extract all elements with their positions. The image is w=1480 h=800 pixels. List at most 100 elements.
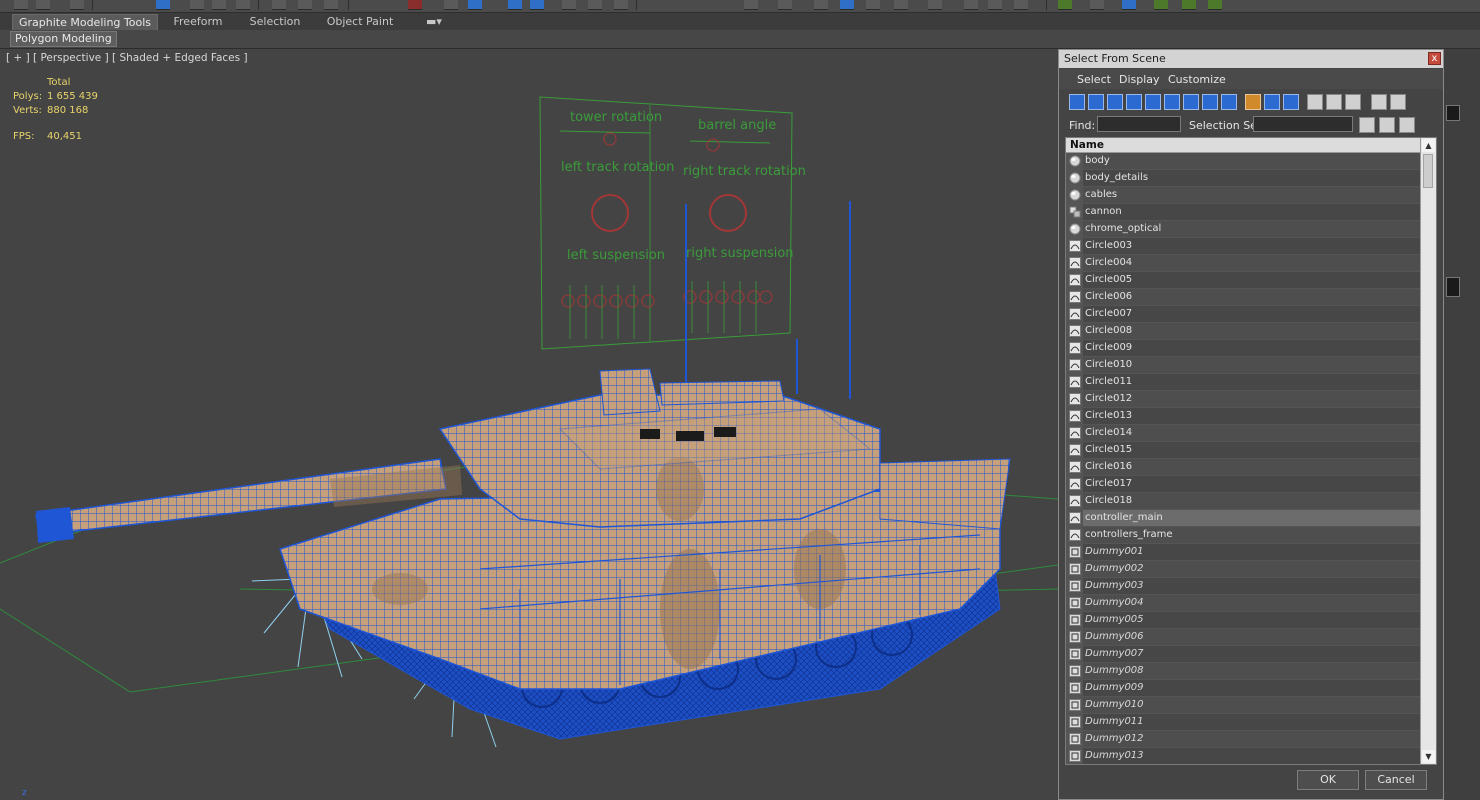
display-none-icon[interactable] [1345, 94, 1361, 110]
list-item[interactable]: Circle011 [1066, 374, 1422, 391]
schematic-view-icon[interactable] [894, 0, 908, 10]
graphite-toggle-icon[interactable] [840, 0, 854, 10]
list-item[interactable]: Circle014 [1066, 425, 1422, 442]
filter-helpers-icon[interactable] [1145, 94, 1161, 110]
remove-from-set-icon[interactable] [1399, 117, 1415, 133]
render-icon[interactable] [1014, 0, 1028, 10]
list-item[interactable]: Circle018 [1066, 493, 1422, 510]
ok-button[interactable]: OK [1297, 770, 1359, 790]
list-item[interactable]: Circle004 [1066, 255, 1422, 272]
plugin-icon[interactable] [1058, 0, 1072, 10]
tab-selection[interactable]: Selection [240, 14, 310, 29]
display-list-icon[interactable] [1307, 94, 1323, 110]
filter-spacewarps-icon[interactable] [1164, 94, 1180, 110]
viewport-tool-icon[interactable] [1122, 0, 1136, 10]
add-to-set-icon[interactable] [1379, 117, 1395, 133]
menu-customize[interactable]: Customize [1168, 73, 1226, 86]
link-icon[interactable] [70, 0, 84, 10]
list-item[interactable]: Circle003 [1066, 238, 1422, 255]
filter-funnel-icon[interactable] [1371, 94, 1387, 110]
list-item[interactable]: Circle008 [1066, 323, 1422, 340]
selection-set-dropdown[interactable] [1253, 116, 1353, 132]
scroll-thumb[interactable] [1423, 154, 1433, 188]
list-item[interactable]: Dummy005 [1066, 612, 1422, 629]
ribbon-options-icon[interactable]: ▬▾ [422, 14, 446, 29]
render-setup-icon[interactable] [964, 0, 978, 10]
polygon-modeling-button[interactable]: Polygon Modeling [10, 31, 117, 47]
gear-icon[interactable] [1182, 0, 1196, 10]
filter-hidden-icon[interactable] [1283, 94, 1299, 110]
tab-freeform[interactable]: Freeform [160, 14, 236, 29]
list-item[interactable]: Circle016 [1066, 459, 1422, 476]
render-frame-icon[interactable] [988, 0, 1002, 10]
undo-icon[interactable] [14, 0, 28, 10]
filter-groups-icon[interactable] [1183, 94, 1199, 110]
list-item[interactable]: chrome_optical [1066, 221, 1422, 238]
display-all-icon[interactable] [1326, 94, 1342, 110]
redo-icon[interactable] [36, 0, 50, 10]
pivot-icon[interactable] [444, 0, 458, 10]
close-icon[interactable]: x [1428, 52, 1441, 65]
scene-object-list[interactable]: Name body body_details cables cannon chrome_… [1065, 137, 1437, 765]
layer-manager-icon[interactable] [814, 0, 828, 10]
window-crossing-icon[interactable] [236, 0, 250, 10]
reference-coord-icon[interactable] [408, 0, 422, 10]
script-icon[interactable] [1090, 0, 1104, 10]
angle-snap-icon[interactable] [530, 0, 544, 10]
mirror-icon[interactable] [744, 0, 758, 10]
cancel-button[interactable]: Cancel [1365, 770, 1427, 790]
tab-object-paint[interactable]: Object Paint [318, 14, 402, 29]
list-item[interactable]: Dummy009 [1066, 680, 1422, 697]
align-icon[interactable] [778, 0, 792, 10]
curve-editor-icon[interactable] [866, 0, 880, 10]
filter-geometry-icon[interactable] [1069, 94, 1085, 110]
list-item[interactable]: Circle017 [1066, 476, 1422, 493]
find-input[interactable] [1097, 116, 1181, 132]
scroll-down-icon[interactable]: ▼ [1422, 750, 1435, 763]
list-item[interactable]: Dummy004 [1066, 595, 1422, 612]
filter-containers-icon[interactable] [1245, 94, 1261, 110]
list-item[interactable]: body [1066, 153, 1422, 170]
perspective-viewport[interactable]: tower rotation barrel angle left track r… [0, 49, 1058, 800]
list-item[interactable]: controllers_frame [1066, 527, 1422, 544]
tab-graphite-modeling-tools[interactable]: Graphite Modeling Tools [12, 14, 158, 30]
command-panel-swatch[interactable] [1446, 277, 1460, 297]
menu-select[interactable]: Select [1077, 73, 1111, 86]
edit-named-selection-icon[interactable] [614, 0, 628, 10]
create-selection-set-icon[interactable] [1359, 117, 1375, 133]
filter-shapes-icon[interactable] [1088, 94, 1104, 110]
gear-icon[interactable] [1208, 0, 1222, 10]
list-item[interactable]: Dummy007 [1066, 646, 1422, 663]
move-icon[interactable] [272, 0, 286, 10]
list-item[interactable]: Dummy006 [1066, 629, 1422, 646]
list-item[interactable]: Circle006 [1066, 289, 1422, 306]
dialog-title-bar[interactable]: Select From Scene x [1059, 50, 1443, 68]
list-item[interactable]: Dummy011 [1066, 714, 1422, 731]
select-object-icon[interactable] [156, 0, 170, 10]
list-item[interactable]: cannon [1066, 204, 1422, 221]
scale-icon[interactable] [324, 0, 338, 10]
filter-options-icon[interactable] [1390, 94, 1406, 110]
snap-toggle-icon[interactable] [508, 0, 522, 10]
scroll-up-icon[interactable]: ▲ [1422, 139, 1435, 152]
list-item[interactable]: Circle015 [1066, 442, 1422, 459]
material-editor-icon[interactable] [928, 0, 942, 10]
command-panel-dropdown[interactable] [1446, 105, 1460, 121]
list-item[interactable]: Dummy012 [1066, 731, 1422, 748]
filter-cameras-icon[interactable] [1126, 94, 1142, 110]
list-item[interactable]: controller_main [1066, 510, 1422, 527]
list-item[interactable]: Circle012 [1066, 391, 1422, 408]
list-item[interactable]: Dummy010 [1066, 697, 1422, 714]
column-header-name[interactable]: Name [1066, 138, 1422, 153]
menu-display[interactable]: Display [1119, 73, 1160, 86]
rectangular-selection-icon[interactable] [212, 0, 226, 10]
list-item[interactable]: Dummy008 [1066, 663, 1422, 680]
rotate-icon[interactable] [298, 0, 312, 10]
list-item[interactable]: Dummy002 [1066, 561, 1422, 578]
list-item[interactable]: Circle013 [1066, 408, 1422, 425]
filter-bones-icon[interactable] [1221, 94, 1237, 110]
list-item[interactable]: Dummy013 [1066, 748, 1422, 764]
viewport-label[interactable]: [ + ] [ Perspective ] [ Shaded + Edged F… [6, 52, 248, 64]
list-item[interactable]: cables [1066, 187, 1422, 204]
list-item[interactable]: Circle010 [1066, 357, 1422, 374]
